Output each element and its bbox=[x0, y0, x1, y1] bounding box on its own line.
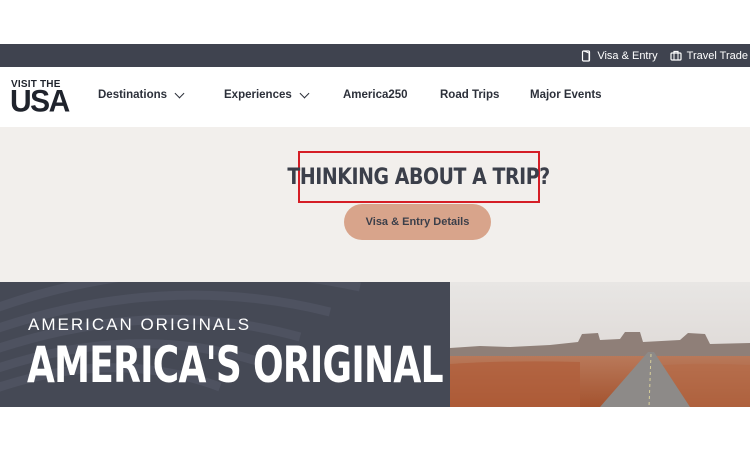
nav-item-major-events[interactable]: Major Events bbox=[530, 89, 602, 101]
logo-big-text: USA bbox=[10, 84, 70, 119]
visit-the-usa-logo[interactable]: VISIT THE USA bbox=[10, 79, 81, 119]
banner-kicker: AMERICAN ORIGINALS bbox=[28, 315, 252, 334]
utility-bar: Visa & Entry Travel Trade bbox=[0, 44, 750, 67]
nav-item-experiences[interactable]: Experiences bbox=[224, 88, 310, 101]
visa-entry-details-button[interactable]: Visa & Entry Details bbox=[344, 204, 491, 240]
american-originals-banner: AMERICAN ORIGINALS AMERICA'S ORIGINAL bbox=[0, 282, 750, 407]
main-nav: VISIT THE USA Destinations Experiences A… bbox=[0, 67, 750, 127]
nav-item-label: Major Events bbox=[530, 89, 602, 101]
passport-icon bbox=[581, 49, 592, 62]
banner-title: AMERICA'S ORIGINAL bbox=[27, 336, 444, 394]
visa-entry-link[interactable]: Visa & Entry bbox=[581, 49, 658, 62]
nav-item-label: Road Trips bbox=[440, 89, 500, 101]
nav-item-road-trips[interactable]: Road Trips bbox=[440, 89, 499, 101]
chevron-down-icon bbox=[174, 88, 185, 98]
trip-hero-section: THINKING ABOUT A TRIP? Visa & Entry Deta… bbox=[0, 127, 750, 282]
travel-trade-label: Travel Trade bbox=[686, 49, 748, 62]
travel-trade-link[interactable]: Travel Trade bbox=[670, 50, 748, 62]
briefcase-icon bbox=[670, 50, 682, 61]
hero-title: THINKING ABOUT A TRIP? bbox=[287, 164, 551, 190]
nav-item-destinations[interactable]: Destinations bbox=[98, 88, 185, 101]
nav-item-label: Experiences bbox=[224, 89, 292, 101]
nav-item-america250[interactable]: America250 bbox=[343, 89, 408, 101]
monument-valley-road-photo bbox=[450, 282, 750, 407]
nav-item-label: America250 bbox=[343, 89, 408, 101]
hero-title-highlight: THINKING ABOUT A TRIP? bbox=[288, 151, 551, 203]
visa-entry-label: Visa & Entry bbox=[597, 49, 658, 62]
nav-item-label: Destinations bbox=[98, 89, 168, 101]
banner-text-panel: AMERICAN ORIGINALS AMERICA'S ORIGINAL bbox=[0, 282, 450, 407]
chevron-down-icon bbox=[299, 88, 310, 98]
